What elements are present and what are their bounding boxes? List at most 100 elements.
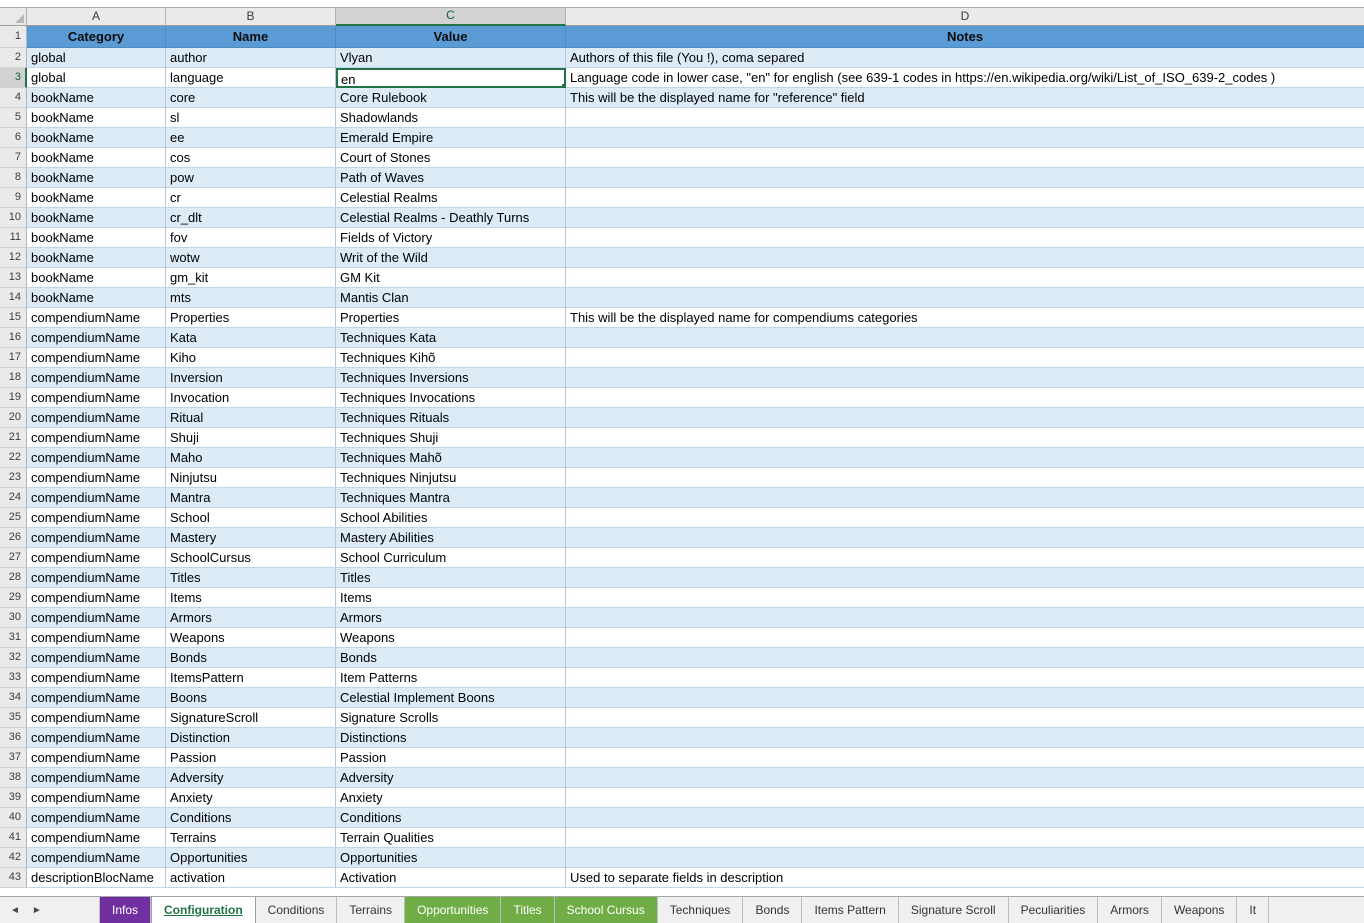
cell-name[interactable]: ee (166, 128, 336, 148)
row-number[interactable]: 26 (0, 528, 27, 548)
sheet-tab-techniques[interactable]: Techniques (658, 897, 744, 923)
cell-category[interactable]: compendiumName (27, 668, 166, 688)
cell-name[interactable]: Inversion (166, 368, 336, 388)
row-number[interactable]: 8 (0, 168, 27, 188)
row-number[interactable]: 43 (0, 868, 27, 888)
row-number[interactable]: 12 (0, 248, 27, 268)
cell-notes[interactable]: This will be the displayed name for "ref… (566, 88, 1364, 108)
cell-name[interactable]: ItemsPattern (166, 668, 336, 688)
cell-notes[interactable] (566, 608, 1364, 628)
cell-value[interactable]: Anxiety (336, 788, 566, 808)
cell-notes[interactable] (566, 828, 1364, 848)
cell-category[interactable]: bookName (27, 208, 166, 228)
cell-notes[interactable] (566, 768, 1364, 788)
row-number[interactable]: 42 (0, 848, 27, 868)
cell-name[interactable]: Armors (166, 608, 336, 628)
cell-value[interactable]: Signature Scrolls (336, 708, 566, 728)
cell-name[interactable]: mts (166, 288, 336, 308)
cell-name[interactable]: Titles (166, 568, 336, 588)
sheet-tab-weapons[interactable]: Weapons (1162, 897, 1237, 923)
cell-name[interactable]: Bonds (166, 648, 336, 668)
cell-category[interactable]: compendiumName (27, 748, 166, 768)
row-number[interactable]: 22 (0, 448, 27, 468)
column-header-d[interactable]: D (566, 8, 1364, 26)
cell-category[interactable]: compendiumName (27, 568, 166, 588)
row-number[interactable]: 25 (0, 508, 27, 528)
row-number[interactable]: 4 (0, 88, 27, 108)
cell-name[interactable]: Mantra (166, 488, 336, 508)
fill-handle[interactable] (561, 83, 566, 88)
cell-category[interactable]: compendiumName (27, 448, 166, 468)
sheet-tab-peculiarities[interactable]: Peculiarities (1009, 897, 1099, 923)
cell-name[interactable]: wotw (166, 248, 336, 268)
cell-name[interactable]: Terrains (166, 828, 336, 848)
cell-name[interactable]: Anxiety (166, 788, 336, 808)
cell-notes[interactable] (566, 808, 1364, 828)
row-number[interactable]: 32 (0, 648, 27, 668)
cell-notes[interactable] (566, 288, 1364, 308)
cell-category[interactable]: global (27, 48, 166, 68)
sheet-tab-school-cursus[interactable]: School Cursus (555, 897, 658, 923)
cell-value[interactable]: Court of Stones (336, 148, 566, 168)
row-number[interactable]: 23 (0, 468, 27, 488)
cell-name[interactable]: Maho (166, 448, 336, 468)
row-number[interactable]: 31 (0, 628, 27, 648)
row-number[interactable]: 33 (0, 668, 27, 688)
sheet-tab-conditions[interactable]: Conditions (256, 897, 338, 923)
row-number[interactable]: 40 (0, 808, 27, 828)
cell-value[interactable]: Celestial Realms (336, 188, 566, 208)
row-number[interactable]: 19 (0, 388, 27, 408)
cell-value[interactable]: Vlyan (336, 48, 566, 68)
cell-value[interactable]: Distinctions (336, 728, 566, 748)
row-number[interactable]: 34 (0, 688, 27, 708)
cell-name[interactable]: SignatureScroll (166, 708, 336, 728)
cell-value[interactable]: Titles (336, 568, 566, 588)
cell-name[interactable]: language (166, 68, 336, 88)
cell-notes[interactable] (566, 628, 1364, 648)
cell-name[interactable]: activation (166, 868, 336, 888)
row-number[interactable]: 38 (0, 768, 27, 788)
cell-notes[interactable] (566, 108, 1364, 128)
row-number[interactable]: 28 (0, 568, 27, 588)
cell-name[interactable]: Mastery (166, 528, 336, 548)
header-cell-value[interactable]: Value (336, 26, 566, 48)
cell-value[interactable]: Weapons (336, 628, 566, 648)
cell-name[interactable]: sl (166, 108, 336, 128)
cell-name[interactable]: Kiho (166, 348, 336, 368)
cell-notes[interactable]: Used to separate fields in description (566, 868, 1364, 888)
cell-notes[interactable] (566, 468, 1364, 488)
cell-value[interactable]: Techniques Shuji (336, 428, 566, 448)
cell-notes[interactable]: This will be the displayed name for comp… (566, 308, 1364, 328)
cell-notes[interactable]: Language code in lower case, "en" for en… (566, 68, 1364, 88)
cell-notes[interactable] (566, 208, 1364, 228)
cell-category[interactable]: compendiumName (27, 708, 166, 728)
cell-category[interactable]: bookName (27, 168, 166, 188)
cell-category[interactable]: bookName (27, 228, 166, 248)
row-number[interactable]: 2 (0, 48, 27, 68)
sheet-tab-items-pattern[interactable]: Items Pattern (802, 897, 898, 923)
cell-value[interactable]: Techniques Inversions (336, 368, 566, 388)
cell-notes[interactable] (566, 248, 1364, 268)
cell-name[interactable]: Ninjutsu (166, 468, 336, 488)
column-header-c[interactable]: C (336, 8, 566, 26)
cell-category[interactable]: bookName (27, 88, 166, 108)
cell-name[interactable]: Passion (166, 748, 336, 768)
cell-notes[interactable] (566, 748, 1364, 768)
cell-value[interactable]: School Curriculum (336, 548, 566, 568)
cell-value[interactable]: Shadowlands (336, 108, 566, 128)
row-number[interactable]: 21 (0, 428, 27, 448)
cell-value[interactable]: Emerald Empire (336, 128, 566, 148)
cell-notes[interactable] (566, 388, 1364, 408)
cell-value[interactable]: Core Rulebook (336, 88, 566, 108)
cell-notes[interactable] (566, 428, 1364, 448)
cell-value[interactable]: Adversity (336, 768, 566, 788)
cell-name[interactable]: fov (166, 228, 336, 248)
select-all-button[interactable] (0, 8, 27, 26)
sheet-tab-titles[interactable]: Titles (501, 897, 554, 923)
cell-value[interactable]: Activation (336, 868, 566, 888)
row-number[interactable]: 30 (0, 608, 27, 628)
cell-category[interactable]: bookName (27, 128, 166, 148)
cell-category[interactable]: global (27, 68, 166, 88)
cell-notes[interactable] (566, 368, 1364, 388)
cell-value[interactable]: Armors (336, 608, 566, 628)
